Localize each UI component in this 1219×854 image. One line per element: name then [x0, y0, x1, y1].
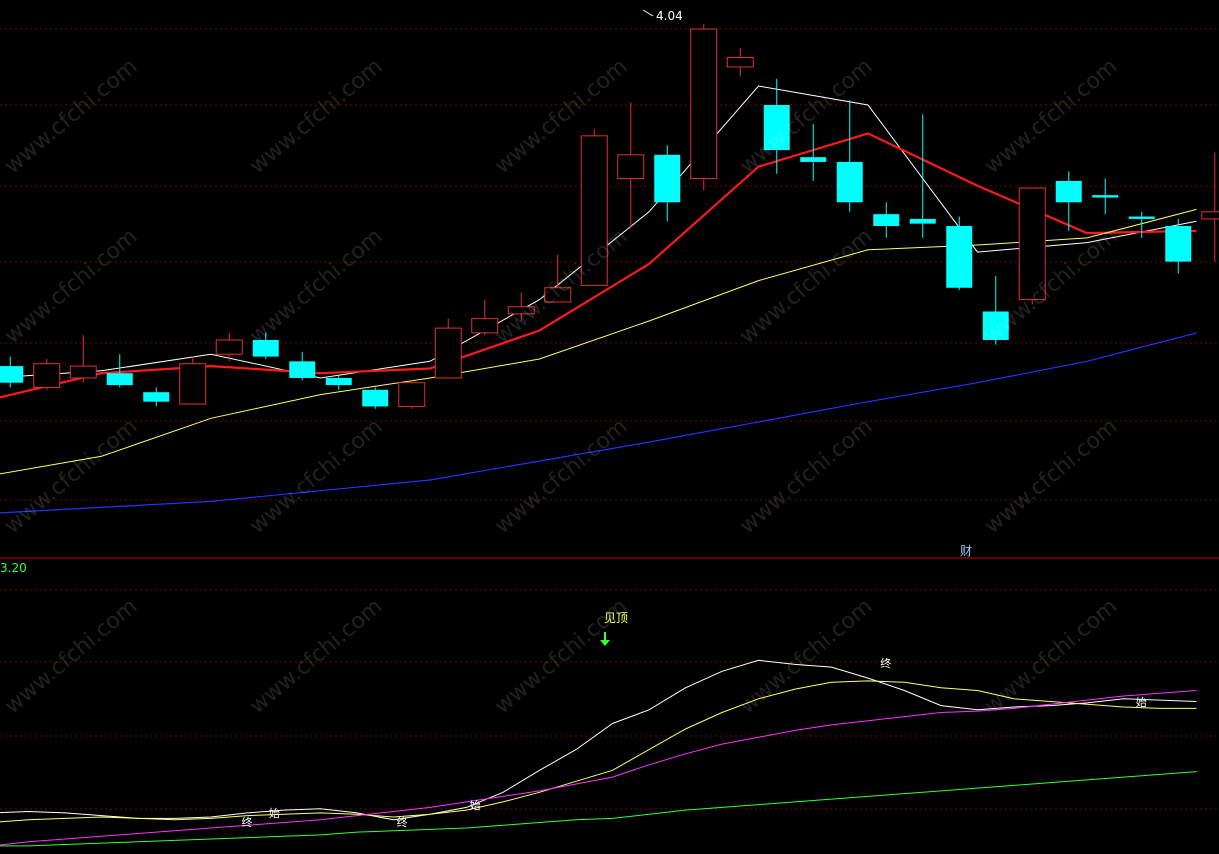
candle-up: [33, 358, 61, 390]
candle-down: [143, 387, 170, 407]
candle-up: [726, 47, 754, 77]
sub_magenta-line: [0, 690, 1197, 846]
candle-body: [873, 214, 900, 227]
candle-body: [143, 392, 170, 402]
candle-body: [1092, 195, 1119, 198]
candle-body: [289, 361, 316, 378]
candle-down: [909, 114, 936, 238]
candle-down: [946, 216, 973, 291]
candle-body: [33, 363, 61, 388]
candle-body: [325, 377, 352, 386]
candle-up: [1201, 152, 1219, 262]
candle-up: [215, 332, 243, 362]
candle-down: [873, 202, 900, 238]
candle-body: [909, 218, 936, 224]
signal-mark: 终: [396, 815, 408, 829]
candle-body: [398, 382, 426, 407]
candle-body: [362, 389, 389, 407]
candle-body: [1165, 226, 1192, 262]
signal-mark: 始: [469, 799, 481, 812]
candle-down: [289, 351, 316, 381]
candle-down: [325, 375, 352, 390]
candle-down: [362, 387, 389, 409]
candle-body: [726, 56, 754, 68]
sub_green-line: [0, 771, 1197, 847]
candle-body: [800, 157, 827, 162]
candle-body: [106, 373, 133, 386]
signal-mark: 终: [880, 657, 892, 671]
signal-mark: 终: [241, 815, 253, 829]
sub_yellow-line: [0, 680, 1197, 823]
candle-body: [179, 363, 207, 405]
candle-body: [654, 154, 681, 203]
candle-body: [0, 366, 24, 383]
indicator-value-label: 3.20: [0, 561, 27, 575]
candle-body: [69, 365, 97, 379]
peak-price-label: 4.04: [656, 9, 683, 23]
earnings-marker-label[interactable]: 财: [960, 544, 972, 558]
candle-down: [654, 145, 681, 222]
candle-up: [398, 380, 426, 409]
candle-up: [434, 318, 462, 379]
candle-down: [1165, 218, 1192, 274]
candle-up: [617, 102, 645, 229]
candle-up: [69, 335, 97, 383]
signal-mark: 始: [268, 807, 280, 821]
candle-down: [836, 100, 863, 212]
candle-down: [1092, 178, 1119, 215]
top-signal-label: 见顶: [604, 611, 629, 625]
candle-body: [1201, 211, 1219, 220]
peak-pointer-icon: [642, 9, 654, 17]
candle-down: [0, 356, 24, 388]
candle-body: [215, 339, 243, 355]
candle-up: [690, 24, 718, 191]
signal-mark: 始: [1135, 695, 1147, 709]
candle-body: [1055, 180, 1082, 203]
candle-body: [946, 226, 973, 288]
candle-up: [179, 356, 207, 405]
candle-body: [836, 161, 863, 203]
candle-body: [690, 28, 718, 180]
candle-body: [1128, 216, 1155, 219]
ma60-line: [0, 332, 1197, 514]
candle-body: [617, 154, 645, 180]
candle-body: [434, 327, 462, 379]
